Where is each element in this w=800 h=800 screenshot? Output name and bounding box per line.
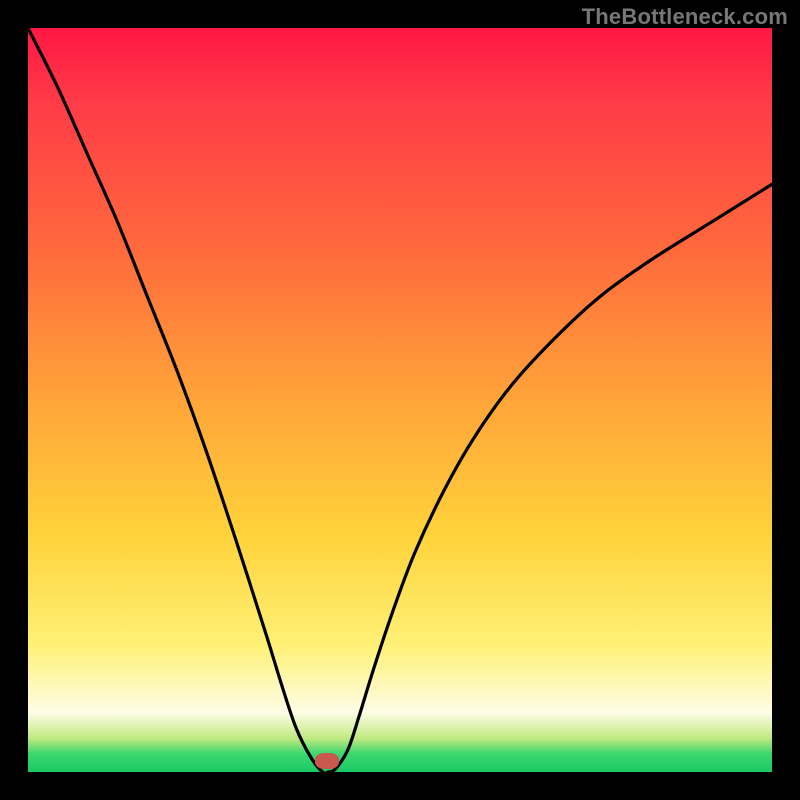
chart-frame: TheBottleneck.com: [0, 0, 800, 800]
plot-area: [28, 28, 772, 772]
watermark-text: TheBottleneck.com: [582, 4, 788, 30]
bottleneck-curve: [28, 28, 772, 772]
optimum-marker: [315, 753, 339, 769]
